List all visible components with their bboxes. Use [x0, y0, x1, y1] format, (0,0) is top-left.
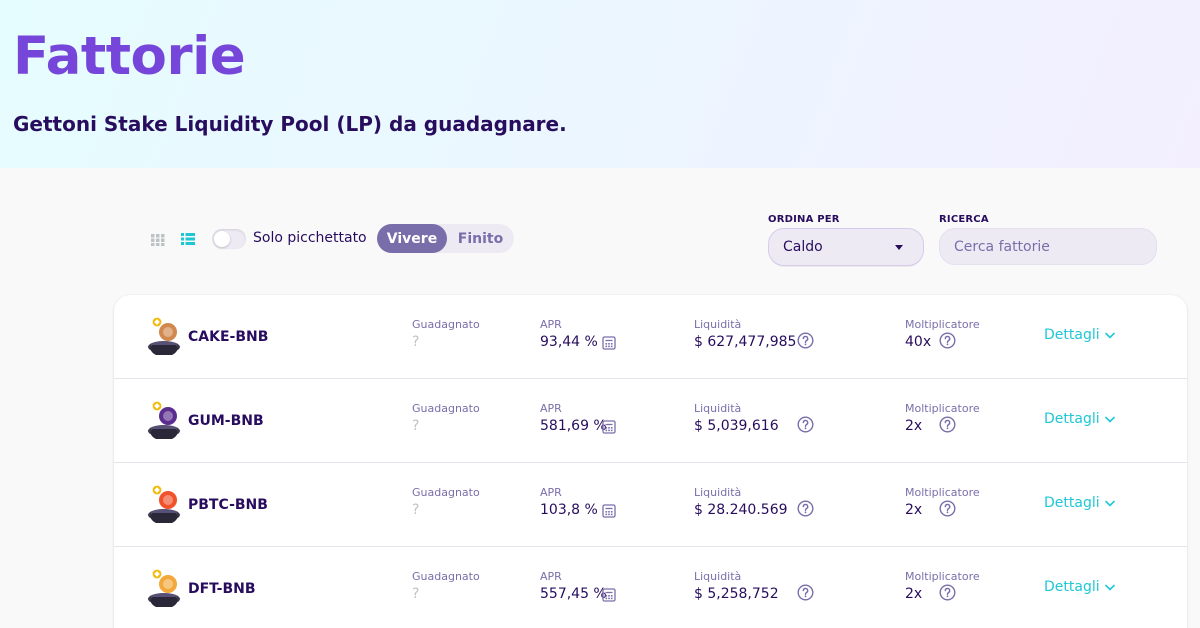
- sort-value: Caldo: [783, 239, 823, 255]
- pair-name: GUM-BNB: [188, 413, 264, 429]
- list-view-icon[interactable]: [181, 233, 195, 245]
- multiplier-value: 40x: [905, 334, 932, 350]
- pair-token-icon: [148, 316, 180, 355]
- earned-label: Guadagnato: [412, 570, 480, 583]
- liquidity-label: Liquidità: [694, 570, 742, 583]
- page-title: Fattorie: [13, 26, 246, 87]
- staked-only-label: Solo picchettato: [253, 230, 367, 246]
- apr-label: APR: [540, 402, 562, 415]
- pair-token-icon: [148, 568, 180, 607]
- help-icon[interactable]: [797, 416, 814, 433]
- help-icon[interactable]: [939, 584, 956, 601]
- liquidity-value: $ 5,039,616: [694, 418, 779, 434]
- help-icon[interactable]: [797, 500, 814, 517]
- apr-value: 93,44 %: [540, 334, 598, 350]
- apr-label: APR: [540, 570, 562, 583]
- pair-name: CAKE-BNB: [188, 329, 269, 345]
- calculator-icon[interactable]: [602, 587, 616, 602]
- sort-label: ORDINA PER: [768, 214, 840, 225]
- search-input[interactable]: [939, 228, 1157, 265]
- chevron-down-icon: [1104, 500, 1115, 507]
- pair-token-icon: [148, 484, 180, 523]
- details-button[interactable]: Dettagli: [1044, 495, 1115, 511]
- calculator-icon[interactable]: [602, 419, 616, 434]
- pair-token-icon: [148, 400, 180, 439]
- live-finished-tabs: Vivere Finito: [377, 224, 514, 253]
- help-icon[interactable]: [797, 332, 814, 349]
- chevron-down-icon: [1104, 584, 1115, 591]
- tab-finished[interactable]: Finito: [447, 224, 514, 253]
- staked-only-toggle[interactable]: [212, 229, 246, 249]
- earned-label: Guadagnato: [412, 318, 480, 331]
- earned-value: ?: [412, 502, 420, 518]
- sort-select[interactable]: Caldo: [768, 228, 924, 266]
- details-label: Dettagli: [1044, 327, 1100, 343]
- multiplier-value: 2x: [905, 418, 923, 434]
- apr-label: APR: [540, 486, 562, 499]
- earned-label: Guadagnato: [412, 402, 480, 415]
- grid-view-icon[interactable]: [151, 234, 165, 246]
- multiplier-value: 2x: [905, 502, 923, 518]
- multiplier-value: 2x: [905, 586, 923, 602]
- table-row[interactable]: PBTC-BNB Guadagnato? APR 103,8 % Liquidità $ …: [114, 463, 1187, 547]
- apr-value: 557,45 %: [540, 586, 607, 602]
- multiplier-label: Moltiplicatore: [905, 402, 980, 415]
- pair-name: PBTC-BNB: [188, 497, 268, 513]
- help-icon[interactable]: [939, 416, 956, 433]
- multiplier-label: Moltiplicatore: [905, 318, 980, 331]
- search-label: RICERCA: [939, 214, 989, 225]
- calculator-icon[interactable]: [602, 335, 616, 350]
- chevron-down-icon: [1104, 332, 1115, 339]
- help-icon[interactable]: [939, 500, 956, 517]
- farms-table: CAKE-BNB Guadagnato? APR 93,44 % Liquidità $ …: [114, 295, 1187, 628]
- details-label: Dettagli: [1044, 579, 1100, 595]
- table-row[interactable]: GUM-BNB Guadagnato? APR 581,69 % Liquidità $ …: [114, 379, 1187, 463]
- tab-live[interactable]: Vivere: [377, 224, 447, 253]
- apr-value: 103,8 %: [540, 502, 598, 518]
- table-row[interactable]: DFT-BNB Guadagnato? APR 557,45 % Liquidità $ …: [114, 547, 1187, 628]
- calculator-icon[interactable]: [602, 503, 616, 518]
- details-button[interactable]: Dettagli: [1044, 411, 1115, 427]
- apr-label: APR: [540, 318, 562, 331]
- table-row[interactable]: CAKE-BNB Guadagnato? APR 93,44 % Liquidità $ …: [114, 295, 1187, 379]
- details-button[interactable]: Dettagli: [1044, 327, 1115, 343]
- chevron-down-icon: [1104, 416, 1115, 423]
- help-icon[interactable]: [939, 332, 956, 349]
- help-icon[interactable]: [797, 584, 814, 601]
- liquidity-label: Liquidità: [694, 318, 742, 331]
- details-label: Dettagli: [1044, 495, 1100, 511]
- page-header: Fattorie Gettoni Stake Liquidity Pool (L…: [0, 0, 1200, 168]
- toggle-knob: [214, 231, 230, 247]
- earned-value: ?: [412, 586, 420, 602]
- multiplier-label: Moltiplicatore: [905, 486, 980, 499]
- liquidity-label: Liquidità: [694, 402, 742, 415]
- pair-name: DFT-BNB: [188, 581, 256, 597]
- earned-value: ?: [412, 418, 420, 434]
- earned-value: ?: [412, 334, 420, 350]
- liquidity-label: Liquidità: [694, 486, 742, 499]
- details-button[interactable]: Dettagli: [1044, 579, 1115, 595]
- page-subtitle: Gettoni Stake Liquidity Pool (LP) da gua…: [13, 112, 567, 136]
- multiplier-label: Moltiplicatore: [905, 570, 980, 583]
- liquidity-value: $ 627,477,985: [694, 334, 797, 350]
- liquidity-value: $ 28.240.569: [694, 502, 788, 518]
- liquidity-value: $ 5,258,752: [694, 586, 779, 602]
- apr-value: 581,69 %: [540, 418, 607, 434]
- chevron-down-icon: [895, 245, 903, 250]
- details-label: Dettagli: [1044, 411, 1100, 427]
- earned-label: Guadagnato: [412, 486, 480, 499]
